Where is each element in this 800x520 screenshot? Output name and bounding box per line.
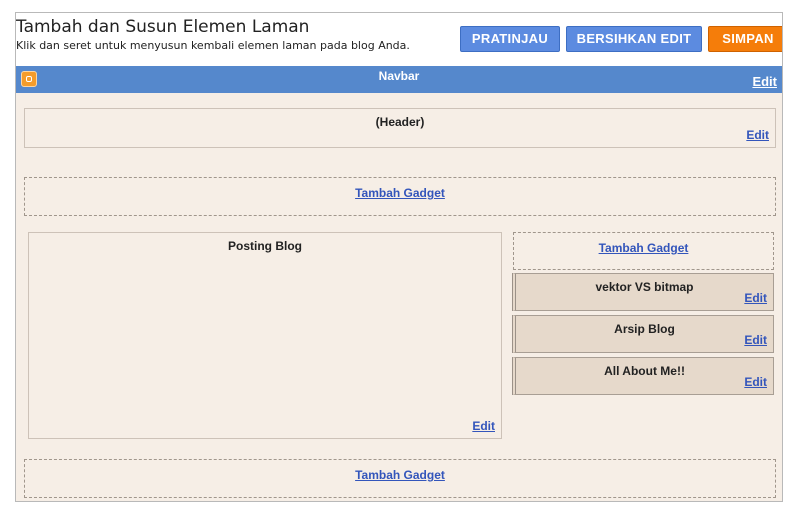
gadget-title: vektor VS bitmap	[595, 280, 694, 294]
gadget-arsip-blog[interactable]: Arsip Blog Edit	[512, 315, 774, 353]
gadget-all-about-me[interactable]: All About Me!! Edit	[512, 357, 774, 395]
navbar-widget: Navbar Edit	[16, 66, 782, 93]
gadget-vektor-vs-bitmap[interactable]: vektor VS bitmap Edit	[512, 273, 774, 311]
editor-header: Tambah dan Susun Elemen Laman Klik dan s…	[16, 13, 782, 66]
gadget-edit-link[interactable]: Edit	[744, 375, 767, 389]
gadget-title: Arsip Blog	[614, 322, 675, 336]
gadget-edit-link[interactable]: Edit	[744, 291, 767, 305]
gadget-edit-link[interactable]: Edit	[744, 333, 767, 347]
navbar-title: Navbar	[378, 69, 420, 83]
add-gadget-link-bottom[interactable]: Tambah Gadget	[355, 468, 445, 482]
add-gadget-area-top: Tambah Gadget	[24, 177, 776, 216]
add-gadget-area-bottom: Tambah Gadget	[24, 459, 776, 498]
navbar-edit-link[interactable]: Edit	[752, 74, 777, 89]
gadget-title: All About Me!!	[604, 364, 685, 378]
header-widget-title: (Header)	[375, 115, 425, 129]
page-subtitle: Klik dan seret untuk menyusun kembali el…	[16, 39, 410, 52]
blog-posts-edit-link[interactable]: Edit	[472, 419, 495, 433]
save-button[interactable]: SIMPAN	[708, 26, 782, 52]
blog-posts-widget[interactable]: Posting Blog Edit	[28, 232, 502, 439]
add-gadget-link-top[interactable]: Tambah Gadget	[355, 186, 445, 200]
header-edit-link[interactable]: Edit	[746, 128, 769, 142]
preview-button[interactable]: PRATINJAU	[460, 26, 560, 52]
add-gadget-link-sidebar[interactable]: Tambah Gadget	[599, 241, 689, 255]
blog-posts-title: Posting Blog	[228, 239, 302, 253]
layout-editor-window: Tambah dan Susun Elemen Laman Klik dan s…	[15, 12, 783, 502]
header-widget[interactable]: (Header) Edit	[24, 108, 776, 148]
clear-edits-button[interactable]: BERSIHKAN EDIT	[566, 26, 702, 52]
page-title: Tambah dan Susun Elemen Laman	[16, 17, 310, 37]
add-gadget-area-sidebar: Tambah Gadget	[513, 232, 774, 270]
